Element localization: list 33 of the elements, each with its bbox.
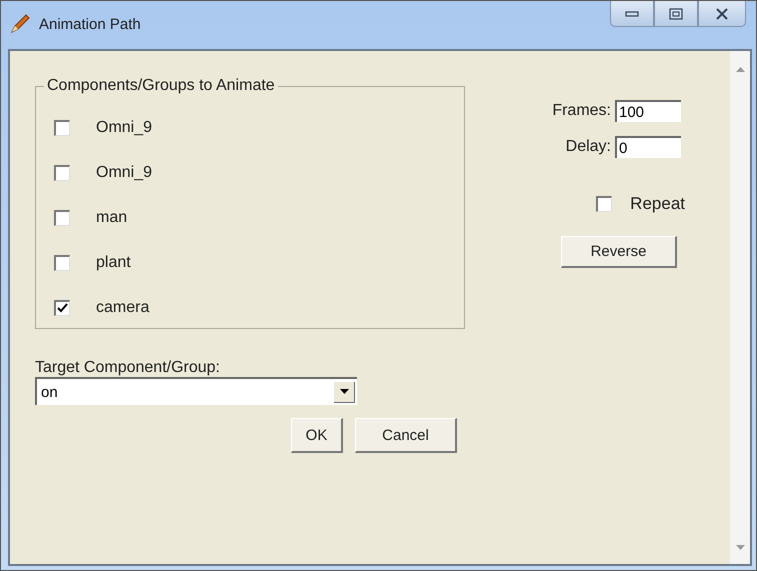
- input-field[interactable]: 100: [615, 100, 681, 122]
- input-field[interactable]: 0: [615, 136, 681, 158]
- close-icon: [715, 8, 729, 20]
- field-label: Frames:: [552, 102, 611, 120]
- checkbox[interactable]: [54, 120, 70, 136]
- minimize-icon: [625, 10, 639, 18]
- checkbox-label: Omni_9: [96, 118, 152, 136]
- scroll-up-icon[interactable]: [736, 67, 744, 72]
- minimize-button[interactable]: [610, 1, 654, 27]
- maximize-button[interactable]: [654, 1, 698, 27]
- window-title: Animation Path: [39, 16, 141, 32]
- scroll-down-icon[interactable]: [736, 545, 744, 550]
- target-label: Target Component/Group:: [35, 359, 221, 377]
- checkbox-label: plant: [96, 254, 131, 272]
- checkbox[interactable]: [54, 210, 70, 226]
- scrollbar[interactable]: [730, 51, 750, 564]
- checkbox[interactable]: [54, 254, 70, 270]
- field-label: Delay:: [566, 138, 611, 156]
- checkbox[interactable]: [54, 164, 70, 180]
- dropdown[interactable]: on: [35, 377, 357, 405]
- checkbox-label: man: [96, 208, 128, 226]
- maximize-icon: [669, 8, 683, 20]
- checkbox-label: Omni_9: [96, 164, 152, 182]
- cancel-button[interactable]: Cancel: [355, 418, 457, 453]
- reverse-button[interactable]: Reverse: [561, 236, 677, 268]
- checkbox[interactable]: [54, 300, 70, 316]
- checkbox-label: camera: [96, 298, 150, 316]
- checkbox-label: Repeat: [630, 194, 685, 214]
- pencil-icon: [9, 13, 31, 35]
- close-button[interactable]: [698, 1, 746, 27]
- ok-button[interactable]: OK: [291, 418, 343, 453]
- group-title: Components/Groups to Animate: [44, 77, 278, 95]
- checkbox[interactable]: [596, 196, 612, 212]
